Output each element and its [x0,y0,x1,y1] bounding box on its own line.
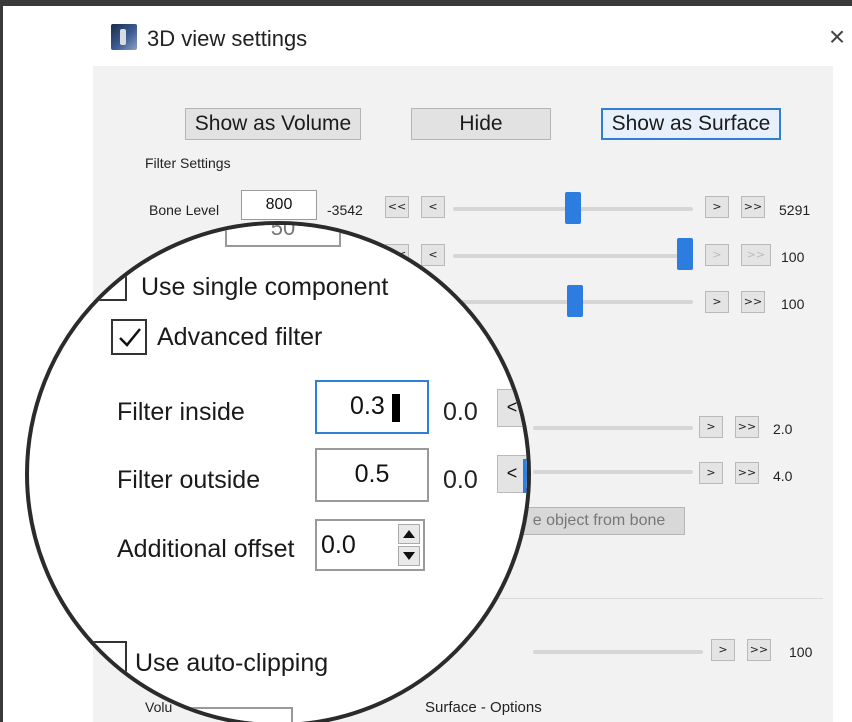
row3-slider-thumb[interactable] [567,285,583,317]
arrow-down-icon [403,552,415,560]
use-auto-clipping-label: Use auto-clipping [135,649,329,677]
additional-offset-value: 0.0 [321,531,356,559]
advanced-filter-label: Advanced filter [157,323,323,351]
bone-level-slider-thumb[interactable] [565,192,581,224]
autoclip-max: 100 [789,644,813,660]
additional-offset-label: Additional offset [117,535,295,563]
bone-level-next-button[interactable]: > [705,196,729,218]
row5-slider-track[interactable] [533,470,693,474]
filter-outside-secondary: 0.0 [443,466,478,494]
row2-slider-thumb[interactable] [677,238,693,270]
row5-max: 4.0 [773,468,793,484]
volume-options-box[interactable] [189,707,293,722]
filter-outside-label: Filter outside [117,466,261,494]
spin-down-button[interactable] [398,546,420,566]
remove-object-from-bone-button[interactable]: e object from bone [513,507,685,535]
show-as-surface-button[interactable]: Show as Surface [601,108,781,140]
surface-options-label: Surface - Options [425,699,542,716]
row5-next-button[interactable]: > [699,462,723,484]
filter-settings-heading: Filter Settings [145,155,231,171]
partial-textbox[interactable]: 50 [225,225,341,247]
text-caret [392,394,400,422]
filter-outside-input[interactable]: 0.5 [315,448,429,502]
show-as-volume-button[interactable]: Show as Volume [185,108,361,140]
magnifier-lens: 50 Use single component Advanced filter … [25,221,531,722]
bone-level-min: -3542 [327,202,363,218]
row5-last-button[interactable]: >> [735,462,759,484]
filter-inside-label: Filter inside [117,398,245,426]
bone-level-max: 5291 [779,202,811,218]
title-bar: 3D view settings × [3,6,852,66]
autoclip-last-button[interactable]: >> [747,639,771,661]
row2-last-button[interactable]: >> [741,244,771,266]
autoclip-next-button[interactable]: > [711,639,735,661]
filter-inside-secondary: 0.0 [443,398,478,426]
row3-next-button[interactable]: > [705,291,729,313]
window-title: 3D view settings [147,26,308,51]
row4-next-button[interactable]: > [699,416,723,438]
row4-slider-track[interactable] [533,426,693,430]
filter-inside-prev-button[interactable]: < [497,389,527,427]
use-single-component-label: Use single component [141,273,389,301]
bone-level-label: Bone Level [149,202,220,218]
row2-slider-track[interactable] [453,254,693,258]
row2-prev-button[interactable]: < [421,244,445,266]
spin-buttons [398,524,420,566]
advanced-filter-checkbox[interactable] [111,319,147,355]
bone-level-first-button[interactable]: << [385,196,409,218]
row2-next-button[interactable]: > [705,244,729,266]
dialog-window: 3D view settings × Show as Volume Hide S… [0,0,852,722]
bone-level-input[interactable]: 800 [241,190,317,220]
app-icon [111,24,137,50]
checkmark-icon [119,328,141,347]
filter-outside-slider-thumb[interactable] [523,459,527,493]
row3-last-button[interactable]: >> [741,291,765,313]
additional-offset-spinbox[interactable]: 0.0 [315,519,425,571]
close-icon[interactable]: × [821,21,852,53]
use-auto-clipping-checkbox[interactable] [91,641,127,677]
filter-inside-value: 0.3 [350,392,385,420]
row2-max: 100 [781,249,805,265]
spin-up-button[interactable] [398,524,420,544]
bone-level-prev-button[interactable]: < [421,196,445,218]
row3-max: 100 [781,296,805,312]
bone-level-last-button[interactable]: >> [741,196,765,218]
arrow-up-icon [403,530,415,538]
row4-max: 2.0 [773,421,793,437]
row4-last-button[interactable]: >> [735,416,759,438]
use-single-component-checkbox[interactable] [91,265,127,301]
autoclip-slider-track[interactable] [533,650,703,654]
hide-button[interactable]: Hide [411,108,551,140]
filter-inside-input[interactable]: 0.3 [315,380,429,434]
